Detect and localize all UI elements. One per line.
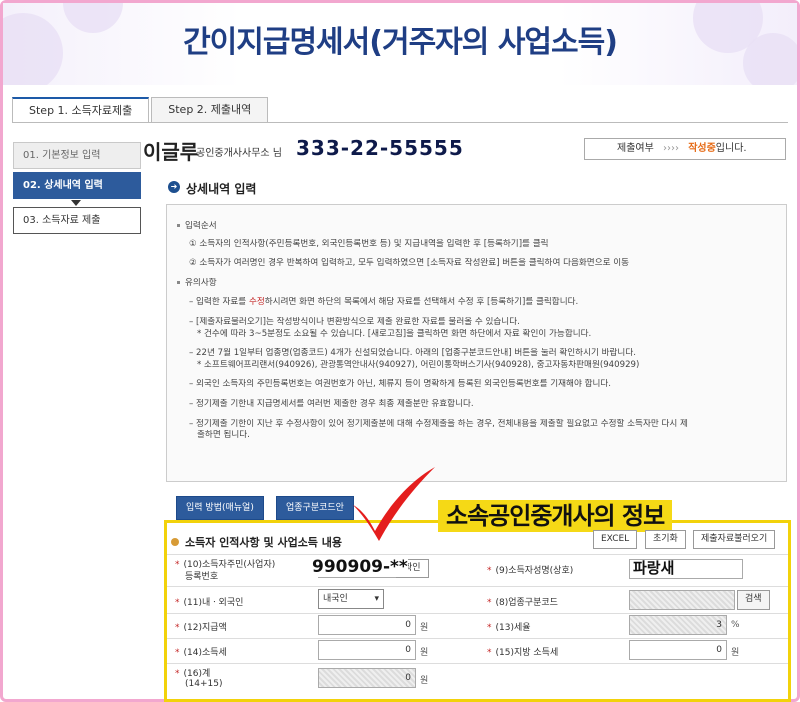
- unit-won: 원: [420, 623, 429, 633]
- f8-industry-code-input[interactable]: [629, 590, 735, 610]
- submit-status: 제출여부 ›››› 작성중입니다.: [584, 138, 786, 160]
- side-step-basic-info[interactable]: 01. 기본정보 입력: [13, 142, 141, 169]
- office-name: 공인중개사사무소 님: [196, 148, 282, 159]
- f12-label: * (12)지급액: [175, 623, 227, 633]
- instructions-box: 입력순서 ① 소득자의 인적사항(주민등록번호, 외국인등록번호 등) 및 지급…: [166, 204, 787, 482]
- f15-label: * (15)지방 소득세: [487, 648, 559, 658]
- note-item: * 건수에 따라 3~5분정도 소요될 수 있습니다. [새로고침]을 클릭하면…: [197, 328, 592, 339]
- input-method-button[interactable]: 입력 방법(매뉴얼): [176, 496, 264, 520]
- bullet-icon: [171, 538, 179, 546]
- tab-step2[interactable]: Step 2. 제출내역: [151, 97, 269, 123]
- side-step-detail-input[interactable]: 02. 상세내역 입력: [13, 172, 141, 199]
- status-value: 작성중: [688, 143, 716, 154]
- form-row-divider: [167, 638, 788, 639]
- order-item: ① 소득자의 인적사항(주민등록번호, 외국인등록번호 등) 및 지급내역을 입…: [189, 238, 549, 249]
- f11-label: * (11)내ㆍ외국인: [175, 598, 244, 608]
- page-banner: 간이지급명세서(거주자의 사업소득): [3, 3, 797, 85]
- unit-won: 원: [420, 676, 429, 686]
- unit-percent: %: [731, 620, 740, 630]
- order-item: ② 소득자가 여러명인 경우 반복하여 입력하고, 모두 입력하였으면 [소득자…: [189, 258, 630, 269]
- form-row-divider: [167, 554, 788, 555]
- f11-nationality-select[interactable]: 내국인 ▾: [318, 589, 384, 609]
- load-submitted-button[interactable]: 제출자료불러오기: [693, 530, 776, 549]
- status-arrows: ››››: [663, 143, 679, 154]
- f14-label: * (14)소득세: [175, 648, 227, 658]
- side-step-submit[interactable]: 03. 소득자료 제출: [13, 207, 141, 234]
- f10-rrn-value: 990909-**: [312, 557, 408, 577]
- status-suffix: 입니다.: [715, 143, 747, 154]
- note-item: – [제출자료불러오기]는 작성방식이나 변환방식으로 제출 완료한 자료를 불…: [189, 316, 520, 327]
- form-row-divider: [167, 613, 788, 614]
- section-title: ➜ 상세내역 입력: [168, 180, 256, 197]
- form-row-divider: [167, 663, 788, 664]
- notes-heading: 유의사항: [177, 278, 776, 290]
- f9-name-value: 파랑새: [633, 559, 675, 577]
- chevron-down-icon: [71, 200, 81, 206]
- status-label: 제출여부: [617, 143, 654, 154]
- f15-local-tax-input[interactable]: 0: [629, 640, 727, 660]
- f16-label: * (16)계: [175, 669, 211, 679]
- note-item: * 소프트웨어프리랜서(940926), 관광통역안내사(940927), 어린…: [197, 359, 640, 370]
- note-item: – 정기제출 기한내 지급명세서를 여러번 제출한 경우 최종 제출분만 유효합…: [189, 398, 474, 409]
- overlay-caption: 소속공인중개사의 정보: [438, 500, 673, 532]
- f12-payment-input[interactable]: 0: [318, 615, 416, 635]
- f16-total-input: 0: [318, 668, 416, 688]
- note-item: – 정기제출 기한이 지난 후 수정사항이 있어 정기제출분에 대해 수정제출을…: [189, 418, 688, 429]
- f16-label-2: (14+15): [185, 679, 223, 689]
- form-row-divider: [167, 586, 788, 587]
- f13-tax-rate-input[interactable]: 3: [629, 615, 727, 635]
- note-item: – 입력한 자료를 수정하시려면 화면 하단의 목록에서 해당 자료를 선택해서…: [189, 297, 579, 308]
- f10-label-2: 등록번호: [185, 572, 219, 582]
- submitter-name: 이글루: [143, 140, 199, 164]
- order-heading: 입력순서: [177, 221, 776, 233]
- arrow-circle-icon: ➜: [168, 181, 180, 193]
- unit-won: 원: [420, 648, 429, 658]
- business-reg-number: 333-22-55555: [296, 136, 464, 160]
- note-item: 출하면 됩니다.: [197, 430, 250, 441]
- f9-label: * (9)소득자성명(상호): [487, 566, 574, 576]
- industry-code-guide-button[interactable]: 업종구분코드안: [276, 496, 354, 520]
- f8-label: * (8)업종구분코드: [487, 598, 558, 608]
- search-button[interactable]: 검색: [737, 590, 770, 610]
- reset-button[interactable]: 초기화: [645, 530, 686, 549]
- form-title: 소득자 인적사항 및 사업소득 내용: [171, 534, 342, 550]
- page-title: 간이지급명세서(거주자의 사업소득): [183, 25, 618, 60]
- chevron-down-icon: ▾: [374, 594, 379, 604]
- note-item: – 외국인 소득자의 주민등록번호는 여권번호가 아닌, 체류지 등이 명확하게…: [189, 379, 612, 390]
- excel-button[interactable]: EXCEL: [593, 530, 638, 549]
- unit-won: 원: [731, 648, 740, 658]
- f14-income-tax-input[interactable]: 0: [318, 640, 416, 660]
- step-tabs: Step 1. 소득자료제출 Step 2. 제출내역: [12, 97, 270, 123]
- tab-divider: [12, 122, 788, 123]
- f13-label: * (13)세율: [487, 623, 531, 633]
- check-mark-icon: [353, 467, 435, 541]
- note-item: – 22년 7월 1일부터 업종명(업종코드) 4개가 신설되었습니다. 아래의…: [189, 348, 636, 359]
- tab-step1[interactable]: Step 1. 소득자료제출: [12, 97, 150, 123]
